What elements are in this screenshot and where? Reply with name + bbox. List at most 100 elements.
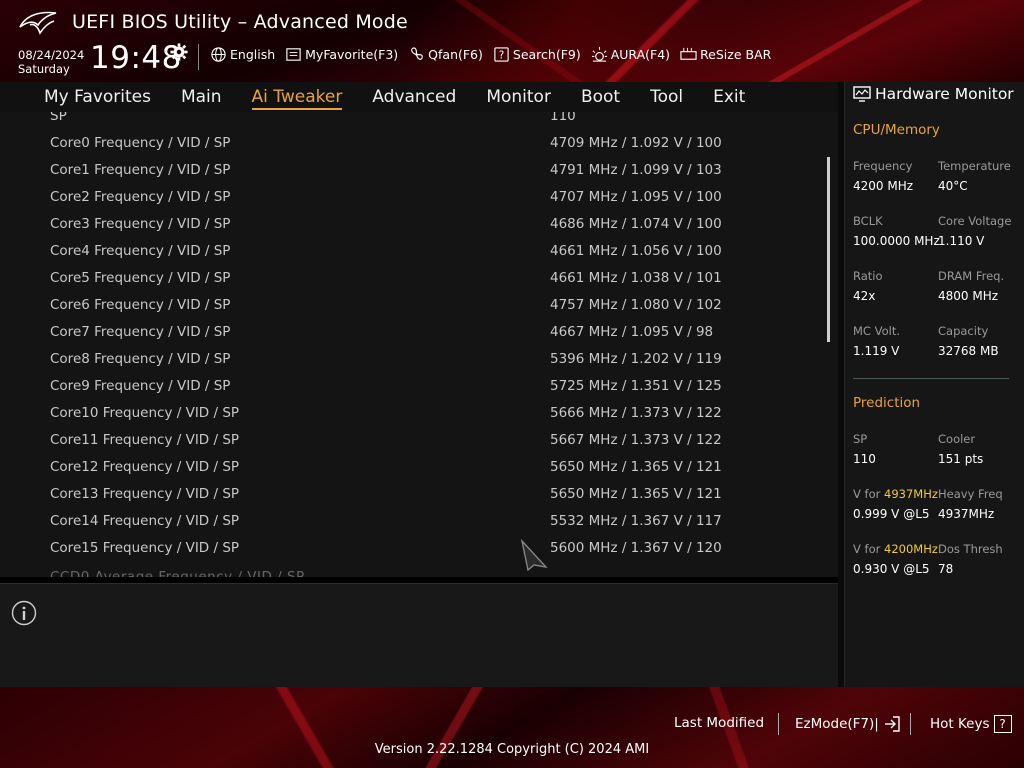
list-item-core-frequency[interactable]: Core11 Frequency / VID / SP 5667 MHz / 1.… (0, 427, 820, 454)
setting-value: 5725 MHz / 1.351 V / 125 (550, 378, 722, 394)
cooler-value: 151 pts (938, 452, 984, 466)
globe-icon (211, 47, 226, 62)
setting-value: 4661 MHz / 1.056 V / 100 (550, 243, 722, 259)
v-for-base-label: V for 4200MHz (853, 542, 938, 556)
list-item-core-frequency[interactable]: Core10 Frequency / VID / SP 5666 MHz / 1.… (0, 400, 820, 427)
setting-value: 4791 MHz / 1.099 V / 103 (550, 162, 722, 178)
setting-value: 4686 MHz / 1.074 V / 100 (550, 216, 722, 232)
footer-divider (910, 713, 911, 735)
list-item-core-frequency[interactable]: Core4 Frequency / VID / SP 4661 MHz / 1.0… (0, 238, 820, 265)
svg-text:?: ? (499, 49, 505, 61)
list-item-core-frequency[interactable]: Core5 Frequency / VID / SP 4661 MHz / 1.0… (0, 265, 820, 292)
tab-advanced[interactable]: Advanced (372, 87, 456, 107)
tab-monitor[interactable]: Monitor (486, 87, 551, 107)
capacity-value: 32768 MB (938, 344, 999, 358)
setting-label: Core11 Frequency / VID / SP (50, 432, 240, 448)
aura-label: AURA(F4) (610, 47, 671, 62)
last-modified-label: Last Modified (674, 715, 765, 731)
hot-keys-button[interactable]: Hot Keys ? (930, 715, 1012, 733)
scrollbar[interactable] (827, 157, 830, 342)
search-icon: ? (494, 47, 509, 62)
date-text: 08/24/2024 (18, 48, 85, 62)
list-item-core-frequency[interactable]: Core13 Frequency / VID / SP 5650 MHz / 1.… (0, 481, 820, 508)
hardware-monitor-label: Hardware Monitor (875, 85, 1014, 103)
temperature-label: Temperature (938, 159, 1011, 173)
toolbar: English MyFavorite(F3) Qfan(F6) ? Search… (210, 46, 771, 63)
ezmode-button[interactable]: EzMode(F7)| (795, 715, 901, 733)
setting-value: 4757 MHz / 1.080 V / 102 (550, 297, 722, 313)
myfavorite-button[interactable]: MyFavorite(F3) (285, 46, 398, 63)
footer-bar: Last Modified EzMode(F7)| Hot Keys ? Ver… (0, 687, 1024, 768)
setting-label: Core5 Frequency / VID / SP (50, 270, 231, 286)
app-title: UEFI BIOS Utility – Advanced Mode (72, 11, 408, 33)
resize-bar-button[interactable]: ReSize BAR (680, 46, 771, 63)
gear-icon[interactable] (170, 43, 188, 61)
fan-icon (411, 47, 424, 60)
myfavorite-label: MyFavorite(F3) (305, 47, 399, 62)
search-button[interactable]: ? Search(F9) (493, 46, 581, 63)
hardware-monitor-title: Hardware Monitor (853, 85, 1014, 103)
header-divider (198, 44, 199, 70)
monitor-icon (853, 86, 871, 102)
cpu-memory-heading: CPU/Memory (853, 122, 940, 138)
aura-button[interactable]: AURA(F4) (591, 46, 670, 63)
setting-value: 5667 MHz / 1.373 V / 122 (550, 432, 722, 448)
v-for-prefix: V for (853, 542, 884, 556)
list-item-core-frequency[interactable]: Core12 Frequency / VID / SP 5650 MHz / 1.… (0, 454, 820, 481)
frequency-value: 4200 MHz (853, 179, 914, 193)
settings-list[interactable]: SP 110 Core0 Frequency / VID / SP 4709 MH… (0, 112, 838, 577)
favorite-icon (286, 48, 301, 61)
last-modified-button[interactable]: Last Modified (674, 715, 764, 731)
list-item-partial[interactable]: CCD0 Average Frequency / VID / SP (0, 564, 820, 577)
setting-label: Core7 Frequency / VID / SP (50, 324, 231, 340)
setting-label: Core0 Frequency / VID / SP (50, 135, 231, 151)
list-item-core-frequency[interactable]: Core2 Frequency / VID / SP 4707 MHz / 1.0… (0, 184, 820, 211)
list-item-core-frequency[interactable]: Core15 Frequency / VID / SP 5600 MHz / 1.… (0, 535, 820, 562)
list-item-sp[interactable]: SP 110 (0, 112, 820, 130)
v-for-base-value: 0.930 V @L5 (853, 562, 930, 576)
setting-value: 4661 MHz / 1.038 V / 101 (550, 270, 722, 286)
mc-volt-value: 1.119 V (853, 344, 900, 358)
list-item-core-frequency[interactable]: Core0 Frequency / VID / SP 4709 MHz / 1.0… (0, 130, 820, 157)
v-for-heavy-value: 0.999 V @L5 (853, 507, 930, 521)
list-item-core-frequency[interactable]: Core14 Frequency / VID / SP 5532 MHz / 1.… (0, 508, 820, 535)
list-item-core-frequency[interactable]: Core7 Frequency / VID / SP 4667 MHz / 1.0… (0, 319, 820, 346)
setting-label: Core10 Frequency / VID / SP (50, 405, 240, 421)
info-icon (11, 600, 37, 626)
setting-label: Core3 Frequency / VID / SP (50, 216, 231, 232)
sp-value: 110 (853, 452, 876, 466)
setting-label: Core15 Frequency / VID / SP (50, 540, 240, 556)
help-panel (0, 583, 838, 687)
tab-exit[interactable]: Exit (713, 87, 745, 107)
setting-value: 4667 MHz / 1.095 V / 98 (550, 324, 714, 340)
tab-ai-tweaker[interactable]: Ai Tweaker (251, 87, 342, 110)
mouse-cursor-icon (520, 539, 548, 571)
language-button[interactable]: English (210, 46, 275, 63)
list-item-core-frequency[interactable]: Core1 Frequency / VID / SP 4791 MHz / 1.0… (0, 157, 820, 184)
list-item-core-frequency[interactable]: Core9 Frequency / VID / SP 5725 MHz / 1.3… (0, 373, 820, 400)
setting-label: Core9 Frequency / VID / SP (50, 378, 231, 394)
qfan-button[interactable]: Qfan(F6) (408, 46, 483, 63)
setting-value: 110 (550, 112, 576, 124)
setting-label: Core12 Frequency / VID / SP (50, 459, 240, 475)
clock[interactable]: 19:48 (90, 40, 182, 76)
day-text: Saturday (18, 62, 70, 76)
heavy-freq-value: 4937MHz (938, 507, 995, 521)
temperature-value: 40°C (938, 179, 968, 193)
list-item-core-frequency[interactable]: Core6 Frequency / VID / SP 4757 MHz / 1.0… (0, 292, 820, 319)
tab-tool[interactable]: Tool (650, 87, 683, 107)
setting-value: 5600 MHz / 1.367 V / 120 (550, 540, 722, 556)
rog-logo-icon (19, 11, 57, 35)
tab-boot[interactable]: Boot (581, 87, 620, 107)
tab-main[interactable]: Main (181, 87, 222, 107)
hot-keys-label: Hot Keys (930, 716, 990, 732)
date-display: 08/24/2024 Saturday (18, 48, 84, 76)
v-for-prefix: V for (853, 487, 884, 501)
prediction-heading: Prediction (853, 395, 921, 411)
tab-my-favorites[interactable]: My Favorites (44, 87, 151, 107)
footer-divider (778, 713, 779, 735)
search-label: Search(F9) (512, 47, 581, 62)
list-item-core-frequency[interactable]: Core3 Frequency / VID / SP 4686 MHz / 1.0… (0, 211, 820, 238)
list-item-core-frequency[interactable]: Core8 Frequency / VID / SP 5396 MHz / 1.2… (0, 346, 820, 373)
setting-value: 5650 MHz / 1.365 V / 121 (550, 486, 722, 502)
